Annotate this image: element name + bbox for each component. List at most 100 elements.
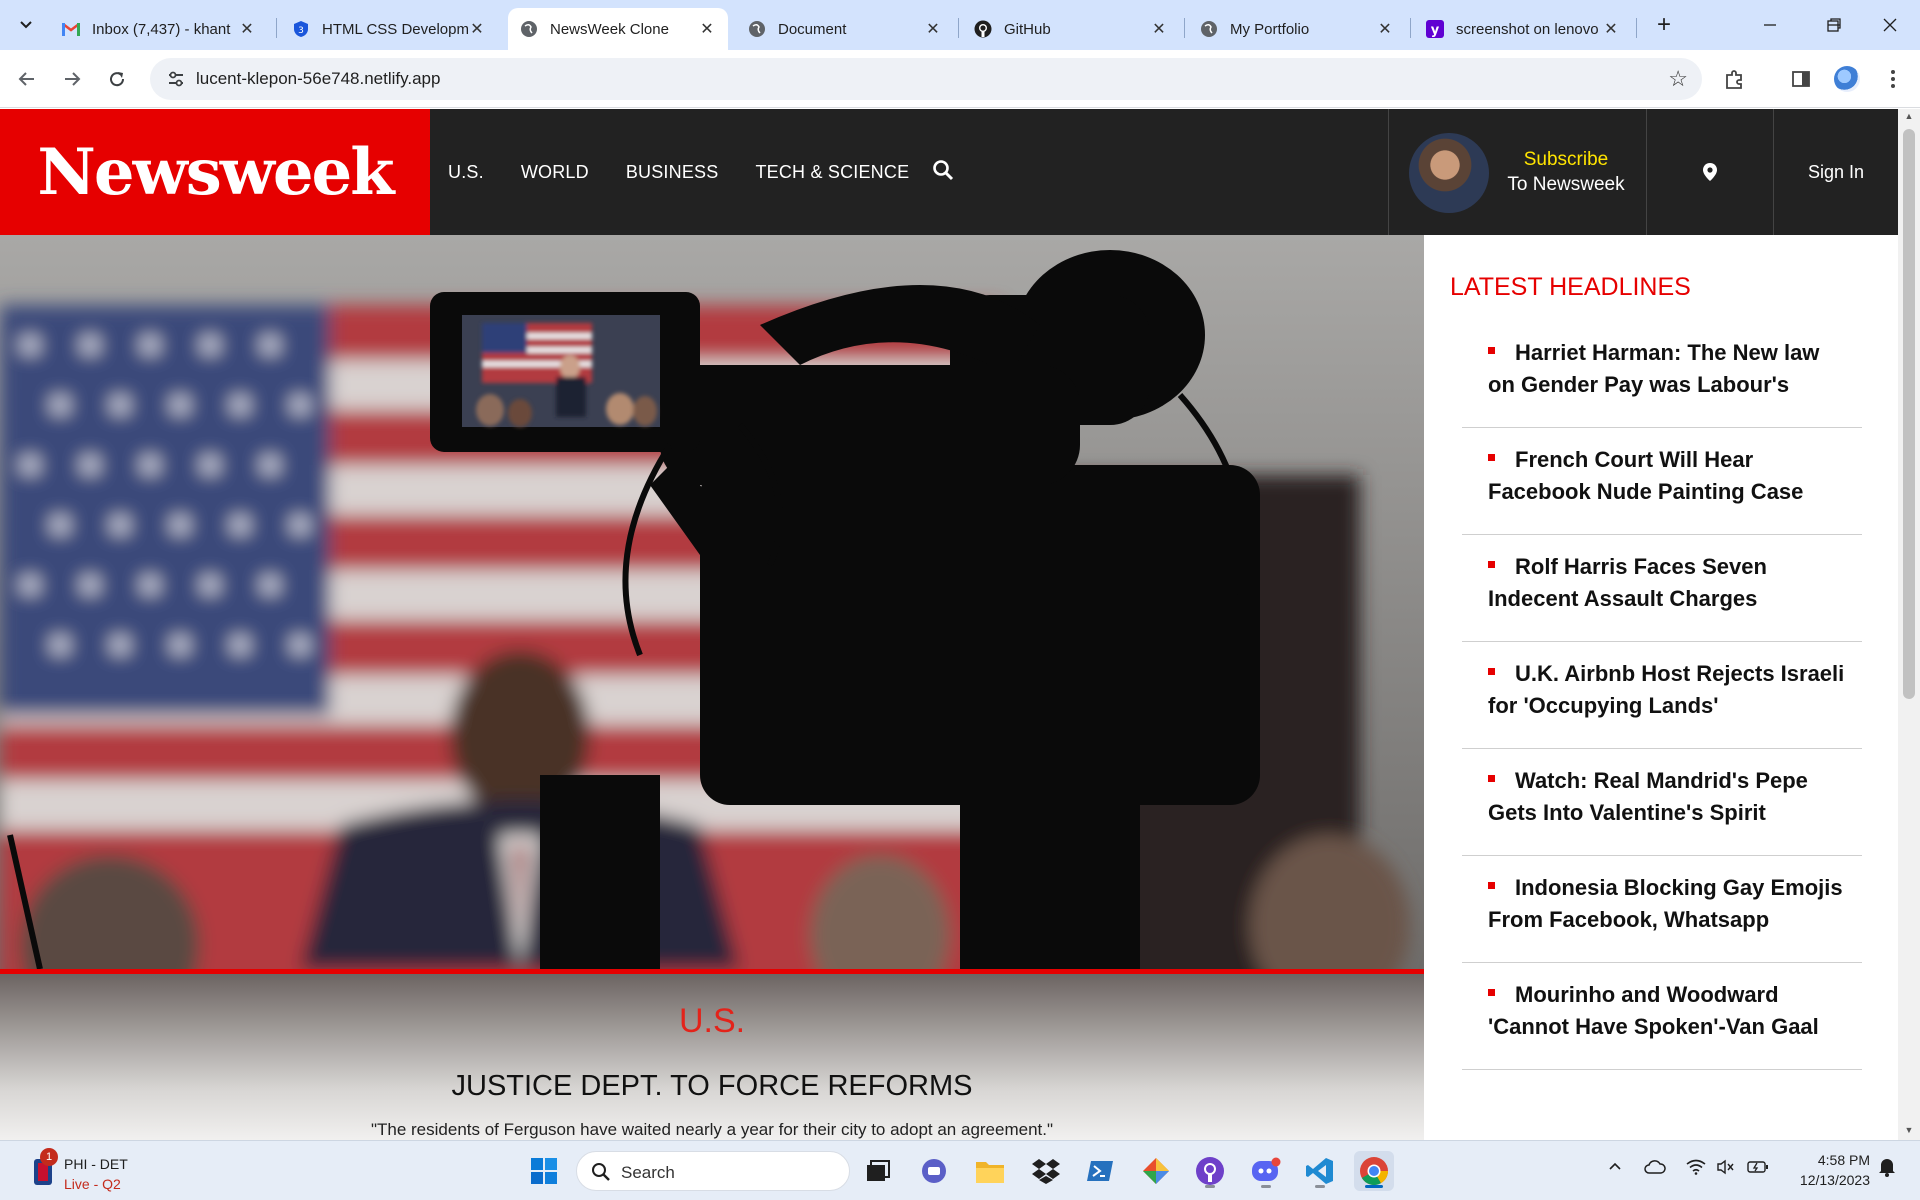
diamond-icon [1143,1158,1169,1184]
hero-image[interactable] [0,235,1424,969]
taskbar-search[interactable]: Search [576,1151,850,1191]
start-button[interactable] [524,1151,564,1191]
headline-text[interactable]: Watch: Real Mandrid's Pepe Gets Into Val… [1488,765,1852,829]
close-tab-icon[interactable]: ✕ [698,19,716,39]
headline-item[interactable]: Rolf Harris Faces Seven Indecent Assault… [1462,535,1862,642]
tab-search-button[interactable] [10,10,42,40]
avatar [1834,66,1860,92]
nav-link-world[interactable]: WORLD [521,162,589,183]
globe-icon [748,20,766,38]
close-tab-icon[interactable]: ✕ [924,19,942,39]
subscribe-box[interactable]: Subscribe To Newsweek [1388,109,1647,235]
headline-item[interactable]: Indonesia Blocking Gay Emojis From Faceb… [1462,856,1862,963]
back-button[interactable] [10,62,44,96]
minimize-window-button[interactable] [1750,10,1790,40]
hero-title[interactable]: JUSTICE DEPT. TO FORCE REFORMS [0,1070,1424,1103]
close-window-button[interactable] [1870,10,1910,40]
scroll-down-arrow[interactable]: ▼ [1903,1125,1915,1135]
headline-item[interactable]: Mourinho and Woodward 'Cannot Have Spoke… [1462,963,1862,1070]
search-placeholder[interactable]: Search [621,1163,675,1183]
tab-html-css[interactable]: 3 HTML CSS Developm ✕ [280,8,498,50]
tab-title: HTML CSS Developm [322,20,468,38]
extensions-button[interactable] [1720,64,1750,94]
chevron-up-icon [1609,1162,1621,1170]
tab-gmail[interactable]: Inbox (7,437) - khant ✕ [50,8,268,50]
onedrive-button[interactable] [1644,1159,1666,1180]
subscribe-sublabel[interactable]: To Newsweek [1501,174,1631,196]
puzzle-icon [1726,70,1742,89]
url-text[interactable]: lucent-klepon-56e748.netlify.app [196,69,440,89]
headline-item[interactable]: Watch: Real Mandrid's Pepe Gets Into Val… [1462,749,1862,856]
restore-window-button[interactable] [1814,10,1854,40]
dropbox-button[interactable] [1026,1151,1066,1191]
headline-text[interactable]: U.K. Airbnb Host Rejects Israeli for 'Oc… [1488,658,1852,722]
headline-text[interactable]: French Court Will Hear Facebook Nude Pai… [1488,444,1852,508]
forward-button[interactable] [55,62,89,96]
address-bar[interactable]: lucent-klepon-56e748.netlify.app ☆ [150,58,1702,100]
chrome-button[interactable] [1354,1151,1394,1191]
browser-menu-button[interactable] [1878,64,1908,94]
headline-item[interactable]: Harriet Harman: The New law on Gender Pa… [1462,321,1862,428]
clock-time[interactable]: 4:58 PM [1772,1152,1870,1168]
page-viewport: Newsweek U.S. WORLD BUSINESS TECH & SCIE… [0,109,1898,1140]
shield-icon: 3 [292,20,310,38]
tab-github[interactable]: GitHub ✕ [962,8,1180,50]
site-settings-icon[interactable] [166,69,186,89]
discord-button[interactable] [1246,1151,1286,1191]
close-tab-icon[interactable]: ✕ [1376,19,1394,39]
show-hidden-icons-button[interactable] [1608,1159,1622,1178]
sign-in-link[interactable]: Sign In [1774,109,1898,235]
github-desktop-button[interactable] [1190,1151,1230,1191]
file-explorer-button[interactable] [970,1151,1010,1191]
search-icon[interactable] [932,159,954,181]
tab-newsweek-clone[interactable]: NewsWeek Clone ✕ [508,8,728,50]
hero-category[interactable]: U.S. [0,1002,1424,1041]
widget-matchup: PHI - DET [64,1156,128,1172]
headline-text[interactable]: Rolf Harris Faces Seven Indecent Assault… [1488,551,1852,615]
close-tab-icon[interactable]: ✕ [468,19,486,39]
notifications-button[interactable] [1878,1157,1896,1182]
tab-screenshot-lenovo[interactable]: y screenshot on lenovo ✕ [1414,8,1632,50]
headline-text[interactable]: Harriet Harman: The New law on Gender Pa… [1488,337,1852,401]
git-app-button[interactable] [1136,1151,1176,1191]
headline-text[interactable]: Indonesia Blocking Gay Emojis From Faceb… [1488,872,1852,936]
side-panel-button[interactable] [1786,64,1816,94]
sports-widget[interactable]: 1 PHI - DET Live - Q2 [22,1145,142,1197]
close-tab-icon[interactable]: ✕ [1602,19,1620,39]
quick-settings-button[interactable] [1686,1159,1769,1180]
github-icon [974,20,992,38]
vscode-button[interactable] [1300,1151,1340,1191]
profile-avatar-button[interactable] [1832,64,1862,94]
teams-chat-button[interactable] [914,1151,954,1191]
new-tab-button[interactable]: + [1650,12,1678,38]
headline-text[interactable]: Mourinho and Woodward 'Cannot Have Spoke… [1488,979,1852,1043]
bookmark-star-icon[interactable]: ☆ [1668,66,1688,92]
gmail-icon [62,20,80,38]
tab-title: screenshot on lenovo [1456,20,1599,38]
tab-portfolio[interactable]: My Portfolio ✕ [1188,8,1406,50]
browser-toolbar: lucent-klepon-56e748.netlify.app ☆ [0,50,1920,108]
globe-icon [520,20,538,38]
task-view-button[interactable] [858,1151,898,1191]
nav-link-tech-science[interactable]: TECH & SCIENCE [755,162,909,183]
scroll-thumb[interactable] [1903,129,1915,699]
powershell-button[interactable] [1080,1151,1120,1191]
close-tab-icon[interactable]: ✕ [1150,19,1168,39]
hero-description: "The residents of Ferguson have waited n… [370,1120,1054,1139]
reload-button[interactable] [100,62,134,96]
subscribe-label[interactable]: Subscribe [1501,149,1631,171]
nav-link-business[interactable]: BUSINESS [626,162,719,183]
site-logo[interactable]: Newsweek [37,135,394,210]
location-button[interactable] [1647,109,1774,235]
page-scrollbar[interactable]: ▲ ▼ [1898,109,1920,1140]
nav-link-us[interactable]: U.S. [448,162,484,183]
logo-box[interactable]: Newsweek [0,109,430,235]
clock-date[interactable]: 12/13/2023 [1772,1172,1870,1188]
hero-story[interactable]: U.S. JUSTICE DEPT. TO FORCE REFORMS "The… [0,235,1424,1140]
close-tab-icon[interactable]: ✕ [238,19,256,39]
headline-item[interactable]: U.K. Airbnb Host Rejects Israeli for 'Oc… [1462,642,1862,749]
scroll-up-arrow[interactable]: ▲ [1903,111,1915,121]
headline-item[interactable]: French Court Will Hear Facebook Nude Pai… [1462,428,1862,535]
tab-document[interactable]: Document ✕ [736,8,954,50]
side-panel-icon [1792,71,1810,87]
